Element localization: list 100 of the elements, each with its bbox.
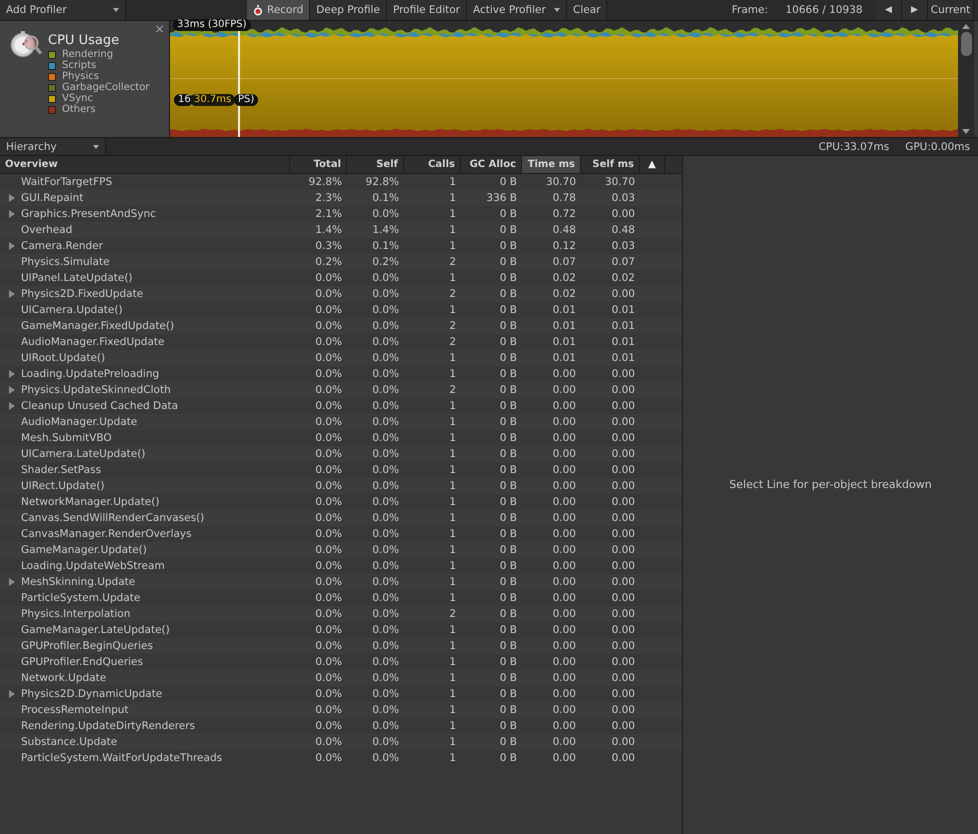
toggle-button[interactable]: Profile Editor (386, 0, 467, 20)
row-name[interactable]: Mesh.SubmitVBO (21, 432, 112, 444)
clear-button[interactable]: Clear (567, 0, 608, 20)
cursor-value-label: 30.7ms (190, 94, 236, 106)
table-cell-text: 0.0% (371, 416, 400, 428)
table-cell-text: 0.0% (314, 400, 343, 412)
scrollbar[interactable] (958, 21, 974, 137)
row-name[interactable]: GameManager.LateUpdate() (21, 624, 170, 636)
table-cell-text: 0.00 (610, 704, 636, 716)
row-name[interactable]: ParticleSystem.Update (21, 592, 140, 604)
table-cell-text: 0.01 (610, 336, 636, 348)
table-cell-text: 0.00 (552, 368, 577, 380)
table-cell-text: 92.8% (308, 176, 343, 188)
table-cell-text: 0.0% (371, 432, 400, 444)
next-frame-button[interactable]: ▶ (902, 0, 928, 20)
table-cell-text: 0.00 (610, 640, 636, 652)
row-name[interactable]: Canvas.SendWillRenderCanvases() (21, 512, 204, 524)
expand-icon[interactable] (9, 290, 15, 298)
table-cell-text: 0.0% (314, 736, 343, 748)
row-name[interactable]: UICamera.LateUpdate() (21, 448, 146, 460)
row-name[interactable]: Physics.Interpolation (21, 608, 130, 620)
row-name[interactable]: UIRect.Update() (21, 480, 105, 492)
previous-frame-button[interactable]: ◀ (876, 0, 902, 20)
row-name[interactable]: Loading.UpdatePreloading (21, 368, 160, 380)
row-name[interactable]: Physics2D.DynamicUpdate (21, 688, 162, 700)
table-cell-text: 0.0% (371, 704, 400, 716)
row-name[interactable]: WaitForTargetFPS (21, 176, 112, 188)
column-header[interactable]: Self ms (581, 156, 640, 173)
table-cell-text: 0.0% (371, 560, 400, 572)
row-name[interactable]: Camera.Render (21, 240, 103, 252)
column-header[interactable]: Total (290, 156, 347, 173)
current-frame-button[interactable]: Current (928, 0, 974, 20)
table-cell-text: 0.0% (371, 512, 400, 524)
row-name[interactable]: GameManager.FixedUpdate() (21, 320, 174, 332)
active-profiler-dropdown[interactable]: Active Profiler (467, 0, 567, 20)
toggle-button[interactable]: Record (247, 0, 310, 20)
row-name[interactable]: Shader.SetPass (21, 464, 102, 476)
table-cell-text: 0.0% (314, 528, 343, 540)
row-name[interactable]: UIRoot.Update() (21, 352, 106, 364)
row-name[interactable]: UICamera.Update() (21, 304, 123, 316)
table-cell-text: 0.0% (314, 368, 343, 380)
table-cell-text: 0.00 (552, 656, 577, 668)
row-name[interactable]: Physics2D.FixedUpdate (21, 288, 144, 300)
row-name[interactable]: CanvasManager.RenderOverlays (21, 528, 192, 540)
row-name[interactable]: ParticleSystem.WaitForUpdateThreads (21, 752, 222, 764)
table-cell-text: 0 B (498, 608, 518, 620)
row-name[interactable]: MeshSkinning.Update (21, 576, 136, 588)
table-cell-text: 0.0% (314, 672, 343, 684)
expand-icon[interactable] (9, 194, 15, 202)
row-name[interactable]: GPUProfiler.EndQueries (21, 656, 143, 668)
toggle-button[interactable]: Deep Profile (310, 0, 387, 20)
row-name[interactable]: Physics.UpdateSkinnedCloth (21, 384, 171, 396)
table-cell-text: 0 B (498, 256, 518, 268)
column-header[interactable]: Overview (0, 156, 290, 173)
table-cell-text: 0.0% (371, 448, 400, 460)
table-cell-text: 0 B (498, 464, 518, 476)
expand-icon[interactable] (9, 578, 15, 586)
row-name[interactable]: Graphics.PresentAndSync (21, 208, 156, 220)
row-name[interactable]: Network.Update (21, 672, 106, 684)
expand-icon[interactable] (9, 386, 15, 394)
table-cell-text: 0.0% (371, 336, 400, 348)
row-name[interactable]: Overhead (21, 224, 72, 236)
scroll-thumb[interactable] (960, 32, 972, 56)
view-dropdown[interactable]: Hierarchy (0, 138, 106, 155)
column-header[interactable]: Self (347, 156, 404, 173)
row-name[interactable]: NetworkManager.Update() (21, 496, 160, 508)
table-cell-text: 0.00 (552, 704, 577, 716)
row-name[interactable]: AudioManager.Update (21, 416, 138, 428)
row-name[interactable]: Loading.UpdateWebStream (21, 560, 165, 572)
table-cell-text: 0 B (498, 448, 518, 460)
table-cell-text: 0.00 (552, 480, 577, 492)
column-header[interactable]: Calls (404, 156, 461, 173)
row-name[interactable]: Cleanup Unused Cached Data (21, 400, 178, 412)
row-name[interactable]: UIPanel.LateUpdate() (21, 272, 133, 284)
legend-label: Physics (62, 71, 99, 82)
table-cell-text: 0.0% (371, 464, 400, 476)
table-cell-text: 0.0% (371, 208, 400, 220)
row-name[interactable]: GPUProfiler.BeginQueries (21, 640, 153, 652)
table-cell-text: 0.0% (314, 416, 343, 428)
column-header[interactable]: Time ms (522, 156, 581, 173)
table-cell-text: 0.0% (314, 304, 343, 316)
add-profiler-dropdown[interactable]: Add Profiler (0, 0, 126, 20)
table-cell-text: 0 B (498, 304, 518, 316)
table-cell-text: 0.00 (552, 576, 577, 588)
table-cell-text: 1 (448, 576, 457, 588)
row-name[interactable]: GameManager.Update() (21, 544, 147, 556)
table-cell-text: 0.12 (552, 240, 577, 252)
warning-column-header[interactable]: ▲ (640, 156, 665, 173)
table-cell-text: 1 (448, 544, 457, 556)
row-name[interactable]: ProcessRemoteInput (21, 704, 129, 716)
table-cell-text: 0.48 (552, 224, 577, 236)
row-name[interactable]: Rendering.UpdateDirtyRenderers (21, 720, 196, 732)
table-cell-text: 1.4% (314, 224, 343, 236)
row-name[interactable]: Physics.Simulate (21, 256, 110, 268)
row-name[interactable]: GUI.Repaint (21, 192, 84, 204)
row-name[interactable]: Substance.Update (21, 736, 118, 748)
table-cell-text: 0.0% (314, 592, 343, 604)
table-cell-text: 2.1% (314, 208, 343, 220)
row-name[interactable]: AudioManager.FixedUpdate (21, 336, 164, 348)
table-cell-text: 0.00 (552, 384, 577, 396)
